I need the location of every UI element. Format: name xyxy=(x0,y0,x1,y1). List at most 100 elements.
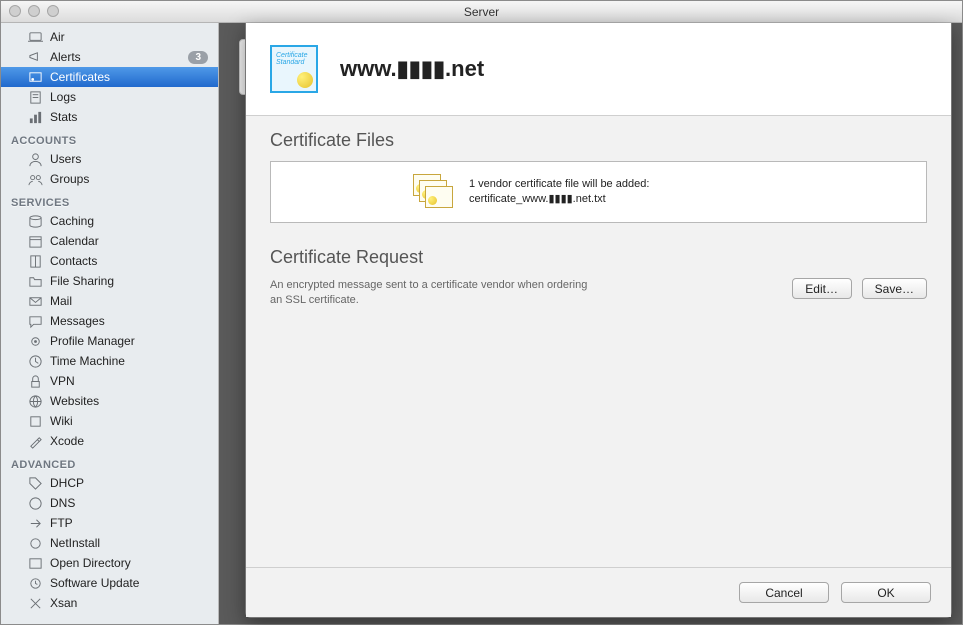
sheet-body: Certificate Files 1 vendor certificate f… xyxy=(246,116,951,567)
file-line-1: 1 vendor certificate file will be added: xyxy=(469,177,649,192)
laptop-icon xyxy=(27,29,44,46)
sidebar-item-label: Alerts xyxy=(50,50,81,64)
sidebar: Air Alerts 3 Certificates Logs Stats ACC… xyxy=(1,23,219,624)
sidebar-item-xcode[interactable]: Xcode xyxy=(1,431,218,451)
sidebar-item-dns[interactable]: DNS xyxy=(1,493,218,513)
sidebar-item-label: Software Update xyxy=(50,576,139,590)
request-buttons: Edit… Save… xyxy=(792,278,927,299)
sidebar-item-label: Open Directory xyxy=(50,556,131,570)
sidebar-item-contacts[interactable]: Contacts xyxy=(1,251,218,271)
globe-icon xyxy=(27,393,44,410)
sidebar-item-stats[interactable]: Stats xyxy=(1,107,218,127)
main-area: Certificate Standard www.▮▮▮▮.net Certif… xyxy=(219,23,962,624)
sidebar-item-software-update[interactable]: Software Update xyxy=(1,573,218,593)
person-icon xyxy=(27,151,44,168)
gear-icon xyxy=(27,333,44,350)
zoom-window-icon[interactable] xyxy=(47,5,59,17)
sidebar-item-vpn[interactable]: VPN xyxy=(1,371,218,391)
sidebar-item-groups[interactable]: Groups xyxy=(1,169,218,189)
bars-icon xyxy=(27,109,44,126)
xsan-icon xyxy=(27,595,44,612)
update-icon xyxy=(27,575,44,592)
sidebar-item-label: Caching xyxy=(50,214,94,228)
sidebar-section-advanced: ADVANCED xyxy=(1,451,218,473)
alerts-badge: 3 xyxy=(188,51,208,64)
certificate-icon xyxy=(27,69,44,86)
close-window-icon[interactable] xyxy=(9,5,21,17)
files-section-title: Certificate Files xyxy=(270,130,927,151)
certificate-sheet: Certificate Standard www.▮▮▮▮.net Certif… xyxy=(245,23,952,618)
sidebar-item-label: Air xyxy=(50,30,65,44)
sidebar-item-label: Calendar xyxy=(50,234,99,248)
sidebar-item-label: VPN xyxy=(50,374,75,388)
window-title: Server xyxy=(464,5,499,19)
sidebar-item-label: Xcode xyxy=(50,434,84,448)
sidebar-item-mail[interactable]: Mail xyxy=(1,291,218,311)
cancel-button[interactable]: Cancel xyxy=(739,582,829,603)
sheet-header: Certificate Standard www.▮▮▮▮.net xyxy=(246,23,951,116)
sidebar-item-label: Wiki xyxy=(50,414,73,428)
sidebar-item-messages[interactable]: Messages xyxy=(1,311,218,331)
sidebar-item-label: Certificates xyxy=(50,70,110,84)
sidebar-item-dhcp[interactable]: DHCP xyxy=(1,473,218,493)
sidebar-item-profile-manager[interactable]: Profile Manager xyxy=(1,331,218,351)
minimize-window-icon[interactable] xyxy=(28,5,40,17)
sidebar-item-label: Stats xyxy=(50,110,77,124)
sidebar-item-xsan[interactable]: Xsan xyxy=(1,593,218,613)
save-button[interactable]: Save… xyxy=(862,278,927,299)
sidebar-item-label: Websites xyxy=(50,394,99,408)
sidebar-section-services: SERVICES xyxy=(1,189,218,211)
content-split: Air Alerts 3 Certificates Logs Stats ACC… xyxy=(1,23,962,624)
sidebar-item-ftp[interactable]: FTP xyxy=(1,513,218,533)
sidebar-item-label: Time Machine xyxy=(50,354,125,368)
sidebar-item-label: Users xyxy=(50,152,81,166)
sidebar-item-label: Groups xyxy=(50,172,89,186)
sidebar-item-wiki[interactable]: Wiki xyxy=(1,411,218,431)
sidebar-item-air[interactable]: Air xyxy=(1,27,218,47)
sidebar-item-label: Xsan xyxy=(50,596,77,610)
sidebar-item-label: DNS xyxy=(50,496,75,510)
sidebar-item-caching[interactable]: Caching xyxy=(1,211,218,231)
sidebar-item-websites[interactable]: Websites xyxy=(1,391,218,411)
net-icon xyxy=(27,535,44,552)
sidebar-item-certificates[interactable]: Certificates xyxy=(1,67,218,87)
sidebar-item-label: Mail xyxy=(50,294,72,308)
document-icon xyxy=(27,89,44,106)
envelope-icon xyxy=(27,293,44,310)
sidebar-item-label: File Sharing xyxy=(50,274,114,288)
file-line-2: certificate_www.▮▮▮▮.net.txt xyxy=(469,192,649,207)
clock-icon xyxy=(27,353,44,370)
ok-button[interactable]: OK xyxy=(841,582,931,603)
sidebar-item-netinstall[interactable]: NetInstall xyxy=(1,533,218,553)
dir-icon xyxy=(27,555,44,572)
request-section-title: Certificate Request xyxy=(270,247,927,268)
sidebar-item-logs[interactable]: Logs xyxy=(1,87,218,107)
sidebar-item-label: Logs xyxy=(50,90,76,104)
sidebar-item-time-machine[interactable]: Time Machine xyxy=(1,351,218,371)
sidebar-item-calendar[interactable]: Calendar xyxy=(1,231,218,251)
disk-icon xyxy=(27,213,44,230)
file-lines: 1 vendor certificate file will be added:… xyxy=(469,177,649,208)
server-window: Server Air Alerts 3 Certificates Logs xyxy=(0,0,963,625)
lock-icon xyxy=(27,373,44,390)
sidebar-item-users[interactable]: Users xyxy=(1,149,218,169)
calendar-icon xyxy=(27,233,44,250)
sidebar-item-label: Contacts xyxy=(50,254,97,268)
sidebar-item-label: Profile Manager xyxy=(50,334,135,348)
megaphone-icon xyxy=(27,49,44,66)
certificate-files-box: 1 vendor certificate file will be added:… xyxy=(270,161,927,223)
sidebar-item-open-directory[interactable]: Open Directory xyxy=(1,553,218,573)
sheet-footer: Cancel OK xyxy=(246,567,951,617)
people-icon xyxy=(27,171,44,188)
sidebar-item-alerts[interactable]: Alerts 3 xyxy=(1,47,218,67)
edit-button[interactable]: Edit… xyxy=(792,278,852,299)
certificate-large-icon: Certificate Standard xyxy=(270,45,318,93)
titlebar[interactable]: Server xyxy=(1,1,962,23)
tag-icon xyxy=(27,475,44,492)
sidebar-item-label: FTP xyxy=(50,516,73,530)
bubble-icon xyxy=(27,313,44,330)
sheet-title: www.▮▮▮▮.net xyxy=(340,56,484,82)
sidebar-item-label: DHCP xyxy=(50,476,84,490)
arrow-icon xyxy=(27,515,44,532)
sidebar-item-file-sharing[interactable]: File Sharing xyxy=(1,271,218,291)
